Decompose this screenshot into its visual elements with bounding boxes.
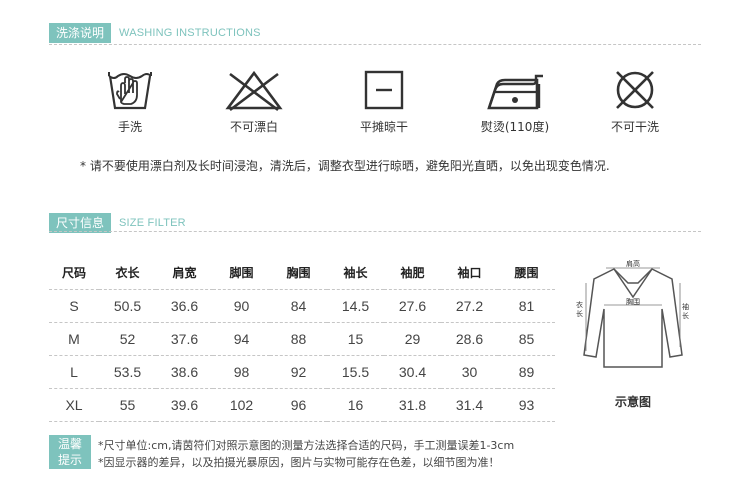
table-cell: 30.4 (384, 355, 441, 389)
header-length: 衣长 (99, 256, 156, 290)
table-cell: 52 (99, 322, 156, 356)
table-cell: 31.4 (441, 388, 498, 422)
sleeve-label-text-char: 袖 (682, 302, 689, 311)
length-label-text-char: 长 (576, 309, 583, 318)
wash-item-no-bleach: 不可漂白 (204, 68, 304, 135)
table-cell: 16 (327, 388, 384, 422)
garment-diagram: 肩高 胸围 衣长 袖长 (576, 259, 689, 368)
table-cell: 94 (213, 322, 270, 356)
table-cell: L (49, 355, 99, 389)
size-tag: 尺寸信息 (49, 213, 112, 233)
table-cell: 102 (213, 388, 270, 422)
table-row: L 53.5 38.6 98 92 15.5 30.4 30 89 (49, 355, 555, 389)
tips-badge-line2: 提示 (57, 453, 82, 467)
table-cell: 53.5 (99, 355, 156, 389)
header-waist: 腰围 (498, 256, 555, 290)
table-cell: 96 (270, 388, 327, 422)
table-cell: 30 (441, 355, 498, 389)
header-chest: 胸围 (270, 256, 327, 290)
table-cell: 36.6 (156, 289, 213, 323)
header-cuff: 袖口 (441, 256, 498, 290)
washing-title-en: WASHING INSTRUCTIONS (119, 27, 261, 39)
table-cell: 28.6 (441, 322, 498, 356)
table-cell: 90 (213, 289, 270, 323)
diagram-caption: 示意图 (614, 395, 651, 409)
sleeve-label: 袖长 (682, 302, 689, 320)
washing-divider (49, 44, 701, 45)
table-cell: 39.6 (156, 388, 213, 422)
table-cell: 50.5 (99, 289, 156, 323)
washing-tag: 洗涤说明 (49, 23, 112, 43)
table-cell: S (49, 289, 99, 323)
table-cell: 37.6 (156, 322, 213, 356)
wash-label-hand-wash: 手洗 (117, 120, 142, 134)
header-sleeve-width: 袖肥 (384, 256, 441, 290)
table-cell: 27.6 (384, 289, 441, 323)
table-cell: XL (49, 388, 99, 422)
tip-line-1: *尺寸单位:cm,请茵符们对照示意图的测量方法选择合适的尺码，手工测量误差1-3… (98, 439, 515, 452)
wash-label-dry-flat: 平摊晾干 (359, 120, 408, 134)
washing-icons-row: 手洗 不可漂白 平摊晾干 熨烫(110度) 不可干洗 (80, 68, 700, 138)
table-cell: 93 (498, 388, 555, 422)
tips-badge: 温馨 提示 (49, 435, 91, 469)
table-cell: 84 (270, 289, 327, 323)
size-section-header: 尺寸信息 SIZE FILTER (49, 213, 186, 233)
table-cell: 31.8 (384, 388, 441, 422)
header-sleeve-length: 袖长 (327, 256, 384, 290)
table-cell: 85 (498, 322, 555, 356)
dry-flat-icon (364, 70, 404, 110)
table-cell: 38.6 (156, 355, 213, 389)
length-label: 衣长 (576, 300, 583, 318)
size-table: 尺码 衣长 肩宽 脚围 胸围 袖长 袖肥 袖口 腰围 S 50.5 36.6 9… (49, 256, 555, 422)
shoulder-label: 肩高 (626, 259, 640, 268)
no-dry-clean-icon (616, 71, 654, 109)
table-cell: 98 (213, 355, 270, 389)
header-hem: 脚围 (213, 256, 270, 290)
sleeve-label-text-char: 长 (682, 311, 689, 320)
garment-outline (583, 268, 683, 368)
hand-wash-icon (108, 72, 152, 110)
wash-item-dry-flat: 平摊晾干 (334, 68, 434, 135)
table-row: M 52 37.6 94 88 15 29 28.6 85 (49, 322, 555, 356)
tip-line-2: *因显示器的差异，以及拍摄光暴原因，图片与实物可能存在色差，以细节图为准！ (98, 456, 500, 469)
table-cell: 29 (384, 322, 441, 356)
header-shoulder: 肩宽 (156, 256, 213, 290)
table-cell: 89 (498, 355, 555, 389)
table-cell: 92 (270, 355, 327, 389)
table-cell: M (49, 322, 99, 356)
table-cell: 55 (99, 388, 156, 422)
header-size: 尺码 (49, 256, 99, 290)
table-cell: 14.5 (327, 289, 384, 323)
table-row: XL 55 39.6 102 96 16 31.8 31.4 93 (49, 388, 555, 422)
size-divider (49, 231, 701, 232)
table-row: S 50.5 36.6 90 84 14.5 27.6 27.2 81 (49, 289, 555, 323)
table-cell: 81 (498, 289, 555, 323)
no-bleach-icon (225, 70, 283, 112)
table-cell: 15 (327, 322, 384, 356)
length-label-text-char: 衣 (576, 300, 583, 309)
iron-icon (487, 74, 543, 110)
tips-text: *尺寸单位:cm,请茵符们对照示意图的测量方法选择合适的尺码，手工测量误差1-3… (98, 437, 514, 471)
washing-section-header: 洗涤说明 WASHING INSTRUCTIONS (49, 23, 261, 43)
chest-label: 胸围 (626, 297, 640, 306)
size-title-en: SIZE FILTER (119, 217, 186, 229)
table-cell: 88 (270, 322, 327, 356)
wash-label-no-dry-clean: 不可干洗 (610, 120, 659, 134)
wash-item-iron: 熨烫(110度) (465, 68, 565, 135)
table-cell: 27.2 (441, 289, 498, 323)
wash-item-no-dry-clean: 不可干洗 (585, 68, 685, 135)
size-table-header-row: 尺码 衣长 肩宽 脚围 胸围 袖长 袖肥 袖口 腰围 (49, 256, 555, 290)
wash-label-iron: 熨烫(110度) (480, 120, 550, 134)
tips-badge-line1: 温馨 (57, 437, 82, 451)
wash-item-hand-wash: 手洗 (80, 68, 180, 135)
wash-label-no-bleach: 不可漂白 (229, 120, 278, 134)
washing-note: * 请不要使用漂白剂及长时间浸泡，清洗后，调整衣型进行晾晒，避免阳光直晒，以免出… (80, 159, 610, 173)
table-cell: 15.5 (327, 355, 384, 389)
